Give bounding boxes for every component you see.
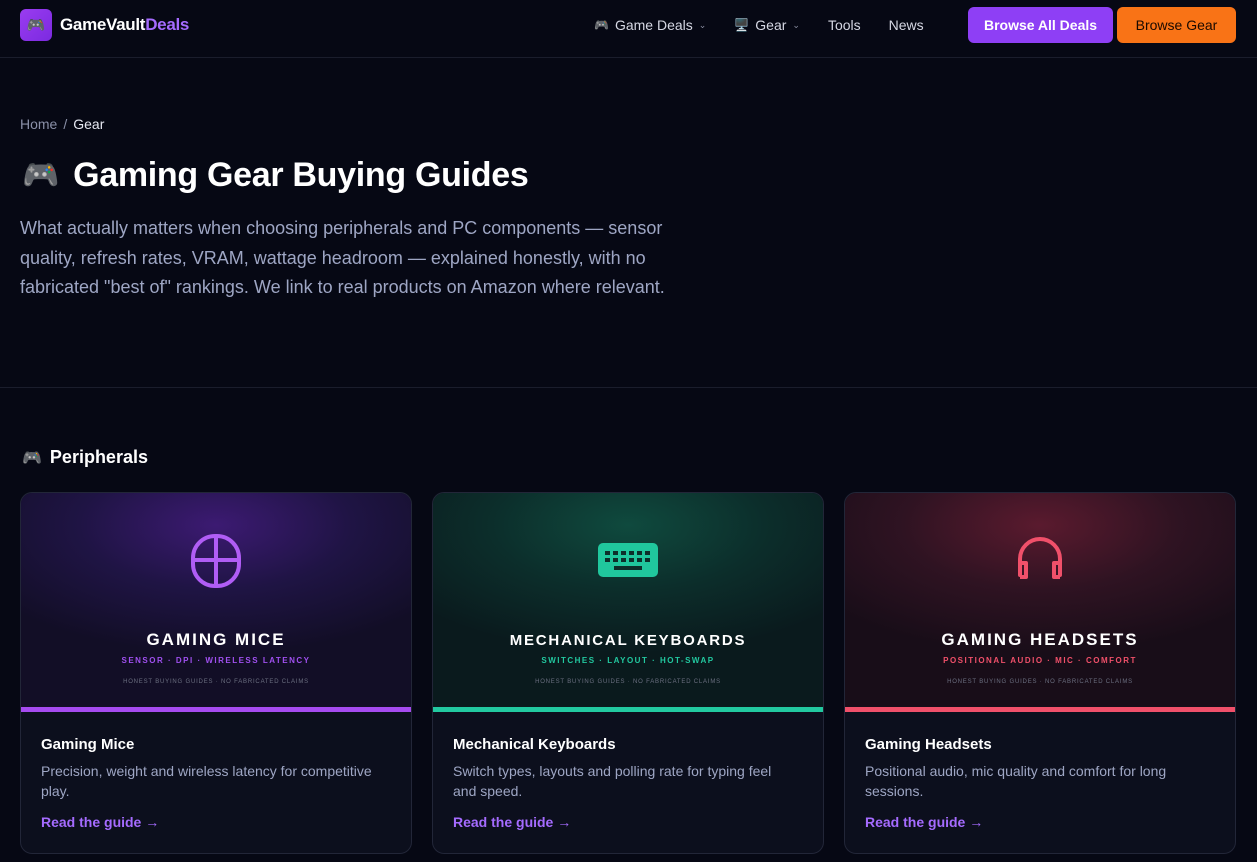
guide-card-mechanical-keyboards[interactable]: MECHANICAL KEYBOARDS SWITCHES · LAYOUT ·… [432, 492, 824, 854]
card-description: Switch types, layouts and polling rate f… [453, 763, 772, 799]
card-banner-footnote: HONEST BUYING GUIDES · NO FABRICATED CLA… [947, 679, 1133, 685]
section-heading-peripherals: 🎮 Peripherals [22, 447, 148, 468]
card-accent-bar [21, 707, 411, 712]
card-banner-title: GAMING HEADSETS [941, 630, 1139, 649]
breadcrumb: Home / Gear [20, 116, 104, 132]
card-banner: GAMING MICE SENSOR · DPI · WIRELESS LATE… [21, 493, 411, 707]
card-accent-bar [845, 707, 1235, 712]
card-description: Precision, weight and wireless latency f… [41, 763, 372, 799]
nav-gear-dropdown[interactable]: 🖥️ Gear ⌄ [734, 17, 800, 33]
top-navbar: 🎮 GameVaultDeals 🎮 Game Deals ⌄ 🖥️ Gear … [0, 0, 1257, 58]
mouse-icon [191, 534, 241, 588]
chevron-down-icon: ⌄ [792, 19, 800, 30]
browse-gear-button[interactable]: Browse Gear [1117, 7, 1236, 43]
browse-all-deals-button[interactable]: Browse All Deals [968, 7, 1113, 43]
page-lead: What actually matters when choosing peri… [20, 218, 665, 297]
controller-icon: 🎮 [20, 9, 52, 41]
chevron-down-icon: ⌄ [698, 19, 707, 30]
nav-game-deals-label: Game Deals [614, 17, 693, 33]
controller-icon: 🎮 [22, 449, 42, 467]
monitor-icon: 🖥️ [734, 18, 750, 32]
primary-nav: 🎮 Game Deals ⌄ 🖥️ Gear ⌄ Tools News [594, 0, 952, 50]
card-banner-subtitle: POSITIONAL AUDIO · MIC · COMFORT [943, 656, 1137, 665]
headset-icon [1018, 537, 1062, 579]
brand-logo-link[interactable]: 🎮 GameVaultDeals [20, 9, 189, 41]
card-accent-bar [433, 707, 823, 712]
keyboard-icon [598, 543, 658, 577]
nav-gear-label: Gear [755, 17, 787, 33]
nav-news-link[interactable]: News [889, 17, 924, 33]
card-banner-title: MECHANICAL KEYBOARDS [509, 632, 747, 649]
guide-card-gaming-mice[interactable]: GAMING MICE SENSOR · DPI · WIRELESS LATE… [20, 492, 412, 854]
page-title-text: Gaming Gear Buying Guides [73, 156, 529, 194]
card-banner-subtitle: SWITCHES · LAYOUT · HOT-SWAP [541, 656, 715, 665]
card-title: Gaming Headsets [865, 736, 992, 753]
breadcrumb-separator: / [63, 116, 68, 132]
controller-icon: 🎮 [22, 159, 60, 192]
brand-name: GameVaultDeals [60, 15, 189, 35]
page-title: 🎮 Gaming Gear Buying Guides [22, 156, 529, 195]
card-banner-footnote: HONEST BUYING GUIDES · NO FABRICATED CLA… [123, 679, 309, 685]
card-banner: MECHANICAL KEYBOARDS SWITCHES · LAYOUT ·… [433, 493, 823, 707]
brand-name-part2: Deals [145, 15, 190, 34]
card-banner-subtitle: SENSOR · DPI · WIRELESS LATENCY [121, 656, 311, 665]
brand-name-part1: GameVault [60, 15, 146, 34]
card-banner: GAMING HEADSETS POSITIONAL AUDIO · MIC ·… [845, 493, 1235, 707]
card-description: Positional audio, mic quality and comfor… [865, 763, 1167, 799]
breadcrumb-home-link[interactable]: Home [20, 116, 57, 132]
read-guide-link[interactable]: Read the guide → [41, 814, 159, 830]
card-banner-footnote: HONEST BUYING GUIDES · NO FABRICATED CLA… [535, 679, 721, 685]
nav-game-deals-dropdown[interactable]: 🎮 Game Deals ⌄ [594, 17, 706, 33]
section-divider [0, 387, 1257, 388]
guide-card-gaming-headsets[interactable]: GAMING HEADSETS POSITIONAL AUDIO · MIC ·… [844, 492, 1236, 854]
card-title: Gaming Mice [41, 736, 135, 753]
read-guide-link[interactable]: Read the guide → [865, 814, 983, 830]
controller-icon: 🎮 [594, 18, 609, 32]
card-title: Mechanical Keyboards [453, 736, 616, 753]
breadcrumb-current: Gear [73, 116, 105, 132]
nav-tools-link[interactable]: Tools [828, 17, 861, 33]
section-heading-text: Peripherals [49, 447, 148, 467]
read-guide-link[interactable]: Read the guide → [453, 814, 571, 830]
card-banner-title: GAMING MICE [146, 630, 286, 649]
